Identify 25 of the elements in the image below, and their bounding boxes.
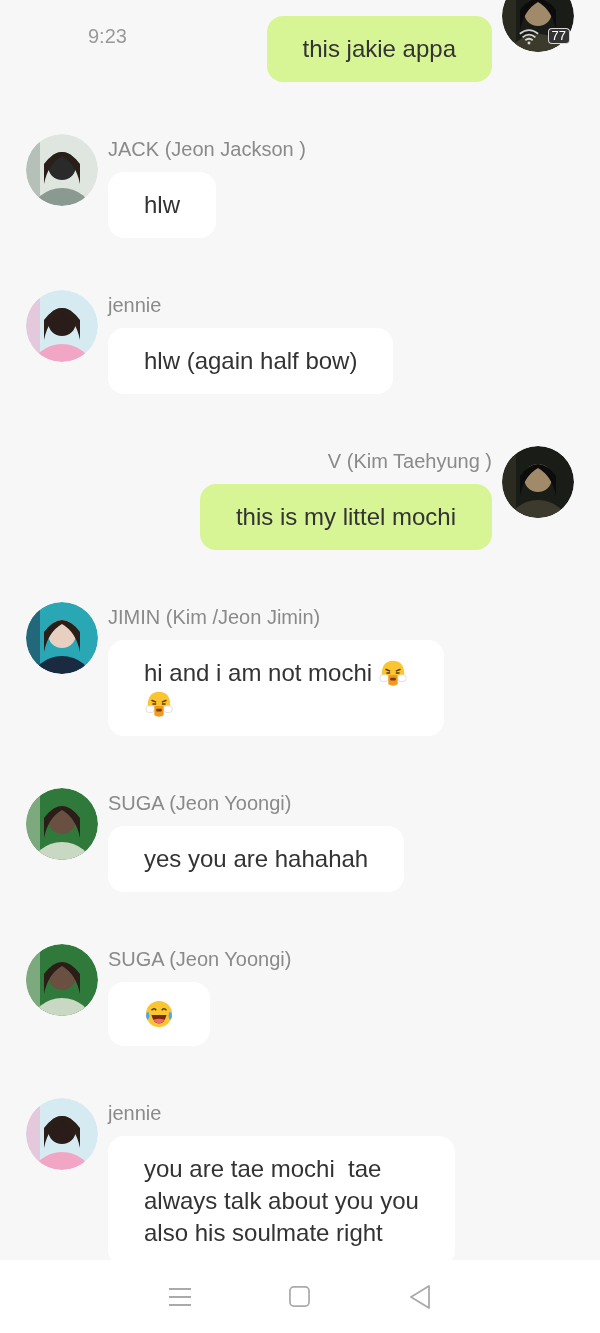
message-text: you are tae mochi tae	[144, 1154, 382, 1184]
message-text: always talk about you you	[144, 1186, 419, 1216]
sender-name: JACK (Jeon Jackson )	[108, 137, 306, 162]
sender-name: jennie	[108, 1101, 162, 1126]
laughing-face-icon	[144, 999, 174, 1029]
message-text: also his soulmate right	[144, 1218, 383, 1248]
sender-name: V (Kim Taehyung )	[327, 449, 492, 474]
back-icon[interactable]	[408, 1284, 431, 1309]
angry-face-icon	[144, 689, 174, 719]
menu-icon[interactable]	[169, 1286, 192, 1307]
sender-name: SUGA (Jeon Yoongi)	[108, 947, 292, 972]
battery-level: 77	[547, 28, 570, 44]
message-text: hlw (again half bow)	[144, 346, 358, 376]
message-text: this jakie appa	[302, 34, 456, 64]
sender-name: JIMIN (Kim /Jeon Jimin)	[108, 605, 321, 630]
message-text: hi and i am not mochi	[144, 658, 373, 688]
message-text: hlw	[144, 190, 180, 220]
wifi-icon	[517, 27, 540, 45]
sender-name: jennie	[108, 293, 162, 318]
angry-face-icon	[378, 658, 409, 688]
home-icon[interactable]	[289, 1286, 311, 1307]
status-time: 9:23	[88, 24, 127, 49]
sender-name: SUGA (Jeon Yoongi)	[108, 791, 292, 816]
message-text: yes you are hahahah	[144, 844, 369, 874]
message-text: this is my littel mochi	[235, 502, 456, 532]
